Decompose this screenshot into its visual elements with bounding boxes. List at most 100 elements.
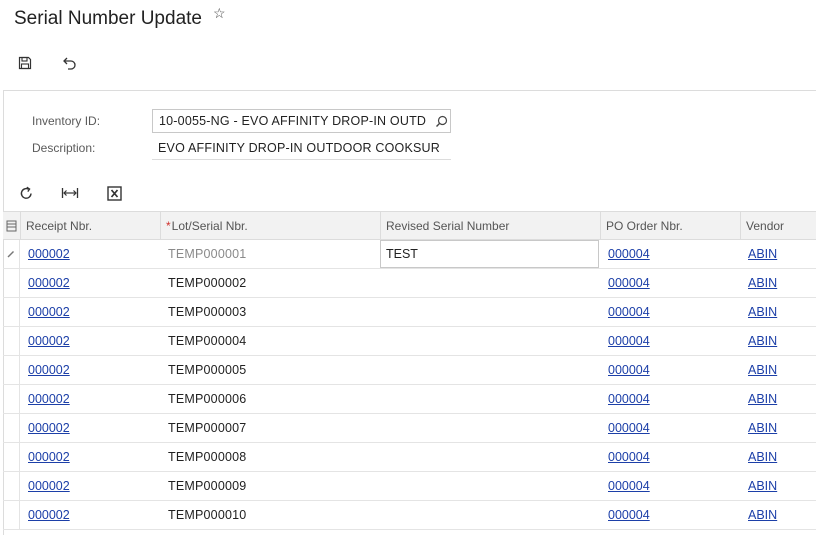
revised-serial-cell[interactable] [381,298,599,326]
receipt-nbr-link[interactable]: 000002 [21,385,159,413]
main-toolbar [0,48,816,78]
row-selector[interactable] [3,443,20,471]
undo-icon [63,57,76,70]
lot-serial-nbr: TEMP000004 [168,334,247,348]
vendor-link[interactable]: ABIN [741,472,815,500]
vendor-link[interactable]: ABIN [741,240,815,268]
row-edit-indicator[interactable] [3,240,20,268]
table-row[interactable]: 000002 TEMP000003 000004 ABIN [3,298,816,327]
required-marker: * [166,219,171,233]
column-header-revised-serial[interactable]: Revised Serial Number [380,212,600,240]
po-order-nbr-link[interactable]: 000004 [601,443,739,471]
lot-serial-nbr: TEMP000006 [168,392,247,406]
refresh-icon [20,186,32,199]
row-selector[interactable] [3,356,20,384]
vendor-link[interactable]: ABIN [741,501,815,529]
column-header-receipt[interactable]: Receipt Nbr. [20,212,160,240]
row-selector[interactable] [3,327,20,355]
column-header-vendor[interactable]: Vendor [740,212,816,240]
grid-settings-icon[interactable] [3,212,20,240]
lot-serial-nbr: TEMP000009 [168,479,247,493]
inventory-id-field[interactable]: 10-0055-NG - EVO AFFINITY DROP-IN OUTD [152,109,451,133]
row-selector[interactable] [3,472,20,500]
table-row[interactable]: 000002 TEMP000006 000004 ABIN [3,385,816,414]
po-order-nbr-link[interactable]: 000004 [601,327,739,355]
vendor-link[interactable]: ABIN [741,269,815,297]
grid-header: Receipt Nbr. * Lot/Serial Nbr. Revised Se… [3,211,816,240]
po-order-nbr-link[interactable]: 000004 [601,240,739,268]
lot-serial-nbr: TEMP000008 [168,450,247,464]
table-row[interactable]: 000002 TEMP000010 000004 ABIN [3,501,816,530]
save-icon [18,56,32,70]
vendor-link[interactable]: ABIN [741,298,815,326]
table-row[interactable]: 000002 TEMP000009 000004 ABIN [3,472,816,501]
table-row[interactable]: 000002 TEMP000005 000004 ABIN [3,356,816,385]
po-order-nbr-link[interactable]: 000004 [601,501,739,529]
revised-serial-cell[interactable] [381,501,599,529]
page-title: Serial Number Update [14,8,202,29]
revised-serial-cell[interactable] [381,472,599,500]
receipt-nbr-link[interactable]: 000002 [21,269,159,297]
revised-serial-cell[interactable] [381,385,599,413]
vendor-link[interactable]: ABIN [741,385,815,413]
lot-serial-nbr: TEMP000005 [168,363,247,377]
receipt-nbr-link[interactable]: 000002 [21,414,159,442]
table-row[interactable]: 000002 TEMP000008 000004 ABIN [3,443,816,472]
star-outline-icon[interactable]: ☆ [213,5,226,22]
vendor-link[interactable]: ABIN [741,356,815,384]
lot-serial-nbr: TEMP000001 [168,247,247,261]
vendor-link[interactable]: ABIN [741,414,815,442]
save-button[interactable] [13,52,37,74]
row-selector[interactable] [3,269,20,297]
fit-columns-icon [61,188,79,198]
receipt-nbr-link[interactable]: 000002 [21,327,159,355]
row-selector[interactable] [3,501,20,529]
po-order-nbr-link[interactable]: 000004 [601,385,739,413]
row-selector[interactable] [3,414,20,442]
receipt-nbr-link[interactable]: 000002 [21,356,159,384]
po-order-nbr-link[interactable]: 000004 [601,356,739,384]
po-order-nbr-link[interactable]: 000004 [601,298,739,326]
search-icon[interactable] [432,110,450,132]
lot-serial-nbr: TEMP000002 [168,276,247,290]
lot-serial-nbr: TEMP000003 [168,305,247,319]
po-order-nbr-link[interactable]: 000004 [601,414,739,442]
lot-serial-nbr: TEMP000010 [168,508,247,522]
excel-export-icon [106,185,122,201]
po-order-nbr-link[interactable]: 000004 [601,269,739,297]
po-order-nbr-link[interactable]: 000004 [601,472,739,500]
column-header-serial[interactable]: * Lot/Serial Nbr. [160,212,380,240]
revised-serial-cell[interactable] [381,414,599,442]
revised-serial-input[interactable]: TEST [380,240,599,268]
table-row[interactable]: 000002 TEMP000004 000004 ABIN [3,327,816,356]
title-bar: Serial Number Update ☆ [0,0,816,40]
revised-serial-cell[interactable] [381,269,599,297]
row-selector[interactable] [3,385,20,413]
refresh-button[interactable] [14,181,38,205]
receipt-nbr-link[interactable]: 000002 [21,443,159,471]
receipt-nbr-link[interactable]: 000002 [21,472,159,500]
table-row[interactable]: 000002 TEMP000002 000004 ABIN [3,269,816,298]
receipt-nbr-link[interactable]: 000002 [21,501,159,529]
row-selector[interactable] [3,298,20,326]
revised-serial-cell[interactable] [381,443,599,471]
column-header-serial-label: Lot/Serial Nbr. [171,219,248,233]
table-row[interactable]: 000002 TEMP000001 TEST 000004 ABIN [3,240,816,269]
serial-grid: Receipt Nbr. * Lot/Serial Nbr. Revised Se… [3,211,816,535]
vendor-link[interactable]: ABIN [741,327,815,355]
receipt-nbr-link[interactable]: 000002 [21,298,159,326]
description-label: Description: [32,141,96,155]
table-row[interactable]: 000002 TEMP000007 000004 ABIN [3,414,816,443]
grid-toolbar [14,181,214,205]
excel-export-button[interactable] [102,181,126,205]
column-header-po-order[interactable]: PO Order Nbr. [600,212,740,240]
description-field: EVO AFFINITY DROP-IN OUTDOOR COOKSUR [152,136,451,160]
revised-serial-cell[interactable] [381,327,599,355]
receipt-nbr-link[interactable]: 000002 [21,240,159,268]
undo-button[interactable] [57,52,81,74]
fit-columns-button[interactable] [58,181,82,205]
lot-serial-nbr: TEMP000007 [168,421,247,435]
inventory-id-label: Inventory ID: [32,114,101,128]
vendor-link[interactable]: ABIN [741,443,815,471]
revised-serial-cell[interactable] [381,356,599,384]
